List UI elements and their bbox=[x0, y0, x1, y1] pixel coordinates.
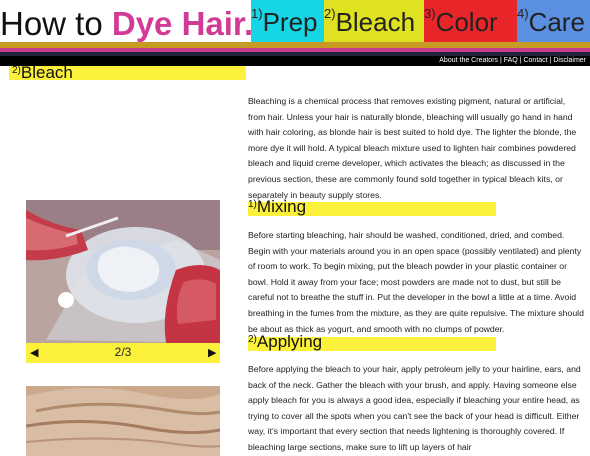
gallery-photo-bleach-applying[interactable] bbox=[26, 386, 220, 456]
site-title[interactable]: How to Dye Hair. bbox=[0, 4, 253, 44]
link-faq[interactable]: FAQ bbox=[504, 57, 518, 64]
subsection-title: Applying bbox=[256, 332, 323, 351]
nav-tab-label: Color bbox=[435, 7, 498, 37]
nav-tab-color[interactable]: 3)Color bbox=[424, 0, 517, 44]
gallery-next-arrow-icon[interactable]: ▶ bbox=[208, 346, 216, 359]
link-about-creators[interactable]: About the Creators bbox=[439, 57, 498, 64]
mixing-paragraph: Before starting bleaching, hair should b… bbox=[248, 230, 584, 334]
gallery-counter: 2/3 bbox=[114, 345, 132, 359]
nav-tab-bleach[interactable]: 2)Bleach bbox=[324, 0, 424, 44]
utility-links: About the Creators | FAQ | Contact | Dis… bbox=[439, 56, 586, 66]
gallery-photo-bleach-mixing[interactable] bbox=[26, 200, 220, 343]
subsection-number: 1) bbox=[248, 199, 257, 210]
mixing-heading: 1)Mixing bbox=[248, 197, 306, 217]
subsection-title: Mixing bbox=[256, 197, 307, 216]
nav-tab-number: 1) bbox=[251, 6, 263, 21]
link-contact[interactable]: Contact bbox=[523, 57, 547, 64]
nav-tab-number: 4) bbox=[517, 6, 529, 21]
nav-tab-label: Bleach bbox=[335, 7, 416, 37]
nav-tab-prep[interactable]: 1)Prep bbox=[251, 0, 324, 44]
nav-tab-label: Prep bbox=[262, 7, 318, 37]
section-title: Bleach bbox=[20, 63, 73, 82]
applying-paragraph: Before applying the bleach to your hair,… bbox=[248, 364, 581, 452]
intro-paragraph: Bleaching is a chemical process that rem… bbox=[248, 96, 577, 200]
nav-tab-care[interactable]: 4)Care bbox=[517, 0, 590, 44]
nav-tab-number: 2) bbox=[324, 6, 336, 21]
applying-heading: 2)Applying bbox=[248, 332, 322, 352]
section-heading: 2)Bleach bbox=[12, 63, 73, 83]
section-number: 2) bbox=[12, 65, 21, 76]
link-disclaimer[interactable]: Disclaimer bbox=[553, 57, 586, 64]
title-highlight: Dye Hair. bbox=[111, 5, 254, 42]
bleach-bowl-illustration bbox=[26, 200, 220, 343]
bleached-hair-illustration bbox=[26, 386, 220, 456]
nav-tab-number: 3) bbox=[424, 6, 436, 21]
title-prefix: How to bbox=[0, 5, 112, 42]
subsection-number: 2) bbox=[248, 334, 257, 345]
nav-tab-label: Care bbox=[528, 7, 585, 37]
